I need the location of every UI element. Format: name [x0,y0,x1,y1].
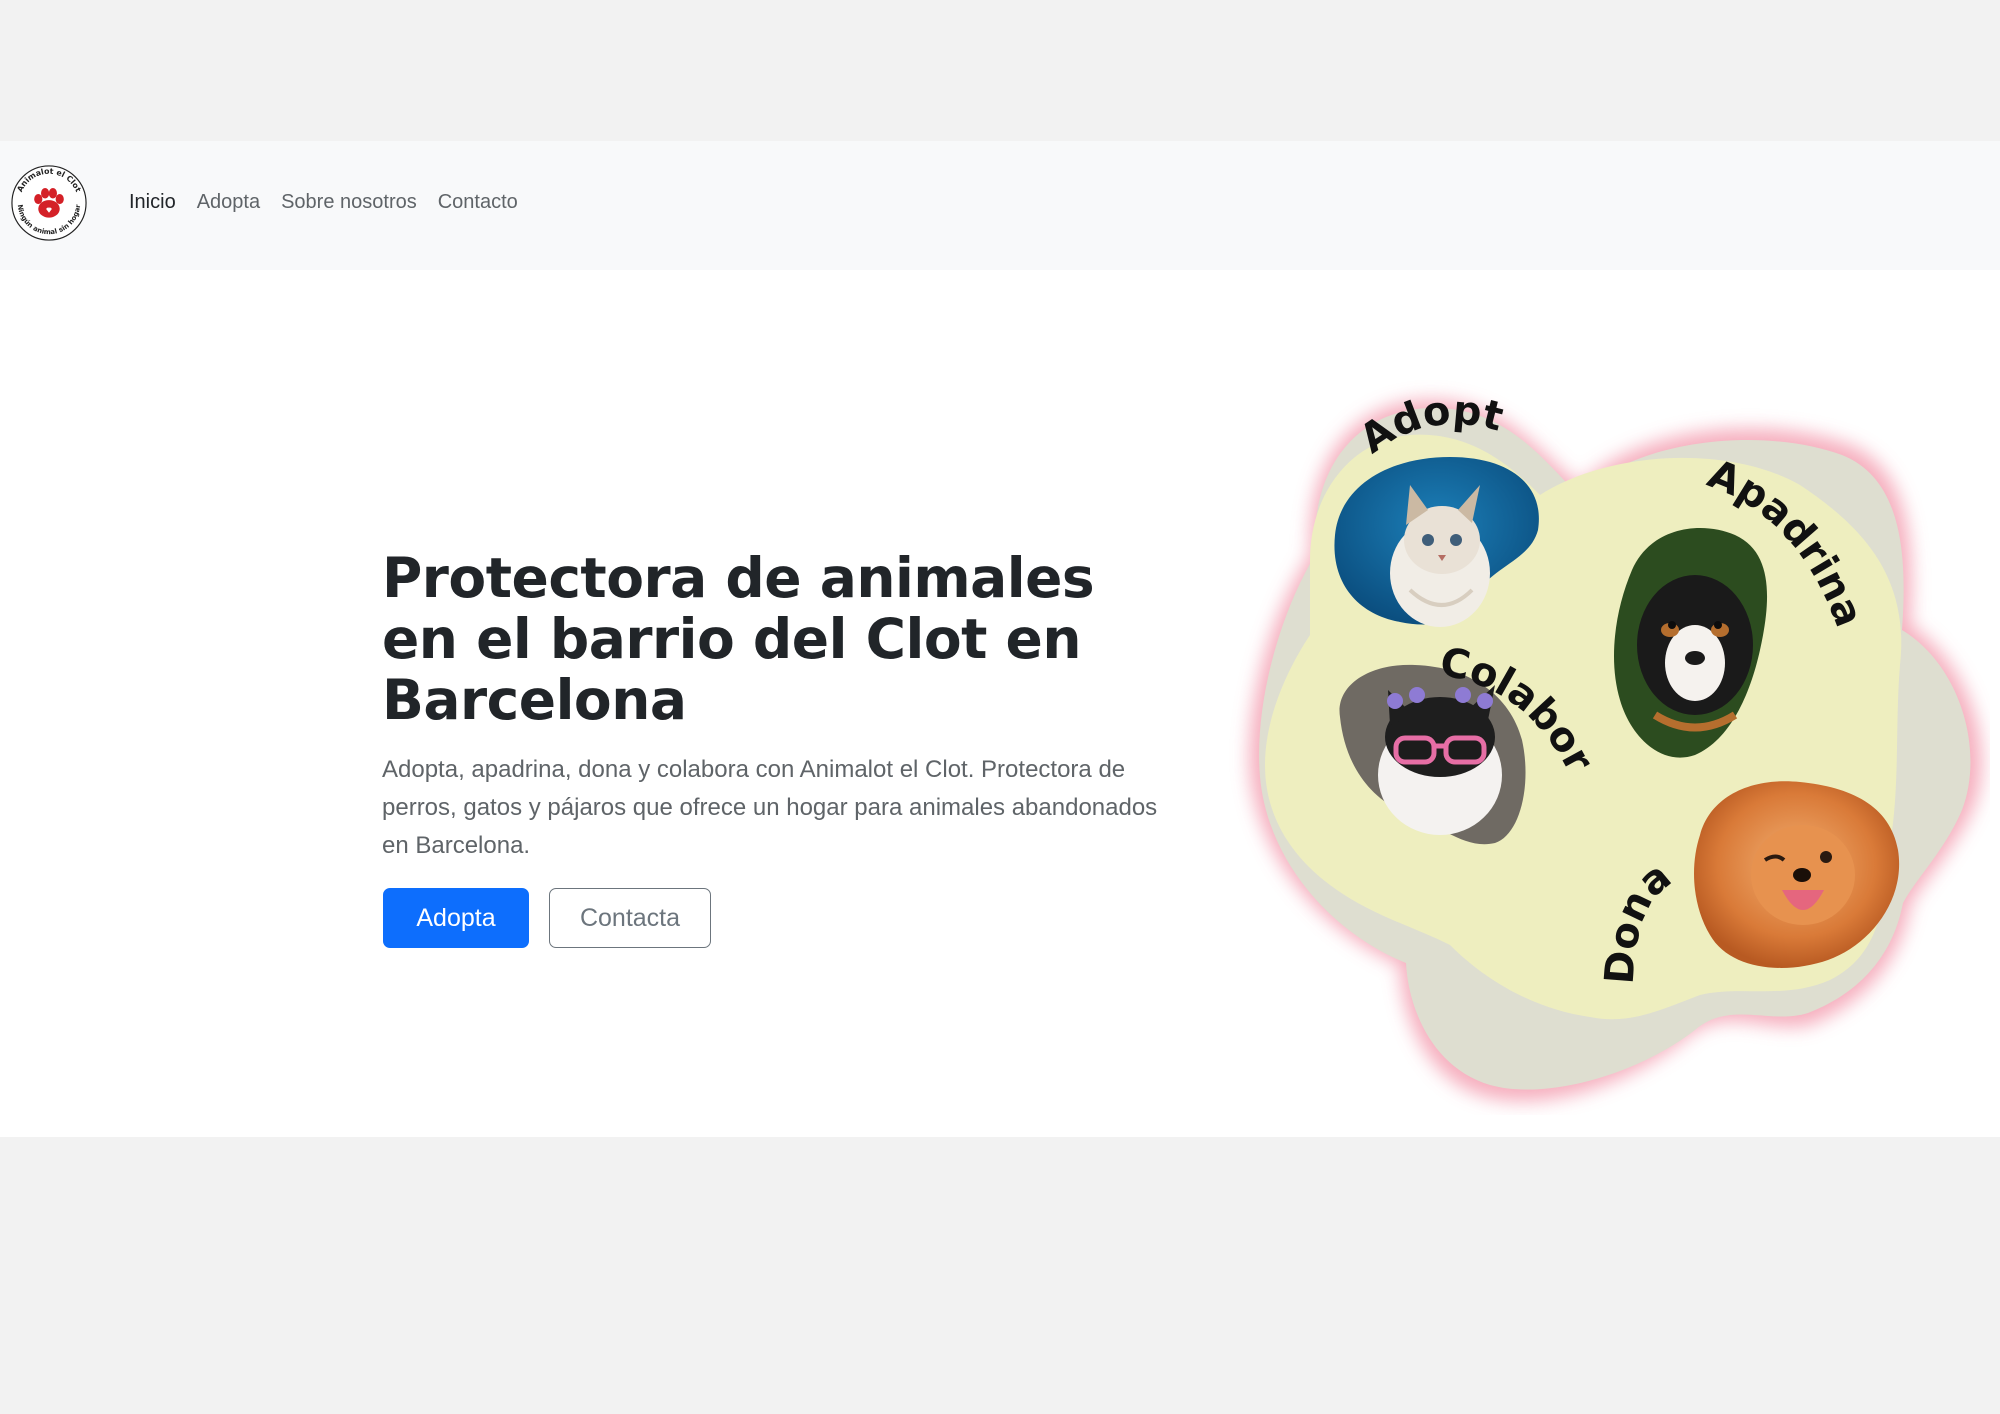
navbar: Animalot el Clot Ningún animal sin hogar… [0,141,2000,270]
nav-link-sobre-nosotros[interactable]: Sobre nosotros [281,191,417,214]
contacta-button[interactable]: Contacta [549,888,711,948]
logo[interactable]: Animalot el Clot Ningún animal sin hogar [10,163,88,243]
nav-link-inicio[interactable]: Inicio [129,191,176,214]
hero-title: Protectora de animales en el barrio del … [382,546,1095,732]
nav-links: Inicio Adopta Sobre nosotros Contacto [129,191,539,214]
hero-illustration: Adopta Apadrina [1210,345,1982,1102]
hero-lead: Adopta, apadrina, dona y colabora con An… [382,756,1158,859]
nav-link-contacto[interactable]: Contacto [438,191,518,214]
nav-link-adopta[interactable]: Adopta [197,191,260,214]
page: Animalot el Clot Ningún animal sin hogar… [0,141,2000,1137]
adopta-button[interactable]: Adopta [383,888,529,948]
